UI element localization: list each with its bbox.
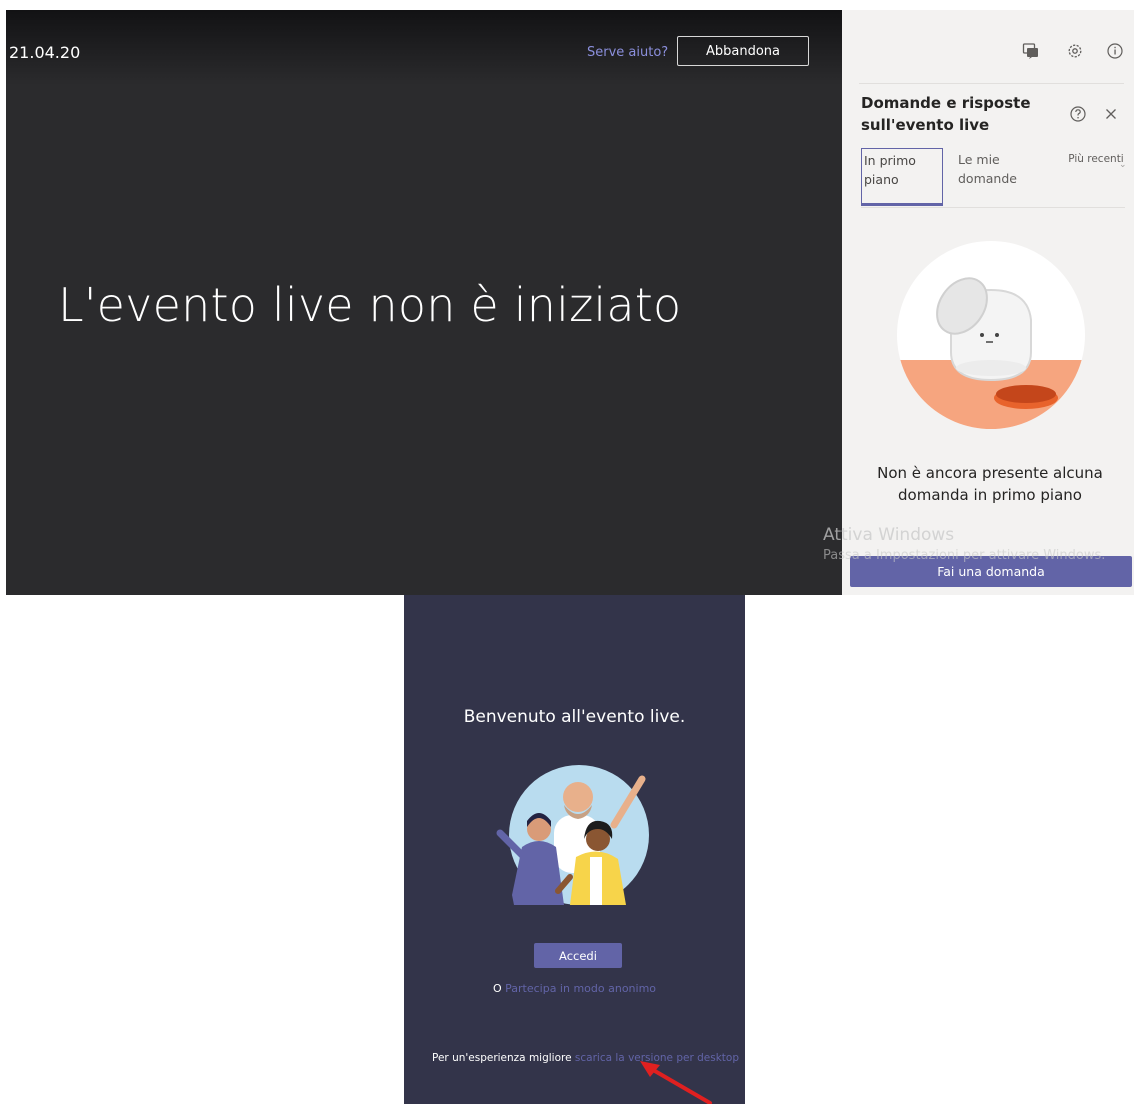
desktop-prefix: Per un'esperienza migliore: [432, 1052, 572, 1064]
anonymous-prefix: O: [492, 982, 502, 995]
leave-button[interactable]: Abbandona: [677, 36, 809, 66]
empty-state-message: Non è ancora presente alcuna domanda in …: [877, 464, 1103, 504]
anonymous-join-line: O Partecipa in modo anonimo: [404, 982, 745, 995]
windows-activation-watermark-title: Attiva Windows: [823, 525, 955, 545]
qa-tabs: In primo piano Le mie domande Più recent…: [861, 148, 1127, 208]
sort-dropdown[interactable]: Più recenti: [1067, 152, 1125, 167]
event-stage: 21.04.20 Serve aiuto? Abbandona L'evento…: [6, 10, 842, 595]
qa-icon[interactable]: [1022, 42, 1040, 60]
live-event-mobile-screenshot: Benvenuto all'evento live. Accedi O Part…: [404, 595, 745, 1104]
tab-featured[interactable]: In primo piano: [861, 148, 943, 206]
info-icon[interactable]: [1106, 42, 1124, 60]
windows-activation-watermark-subtitle: Passa a Impostazioni per attivare Window…: [823, 548, 1106, 563]
tab-my-questions[interactable]: Le mie domande: [958, 150, 1048, 188]
welcome-title: Benvenuto all'evento live.: [463, 707, 686, 727]
qa-panel: Domande e risposte sull'evento live In p…: [842, 10, 1134, 595]
chevron-down-icon[interactable]: ⌄: [1119, 160, 1127, 170]
people-welcome-illustration: [496, 765, 649, 905]
help-icon[interactable]: [1069, 105, 1087, 123]
join-anonymously-link[interactable]: Partecipa in modo anonimo: [505, 982, 656, 995]
event-date: 21.04.20: [9, 43, 81, 62]
help-link[interactable]: Serve aiuto?: [587, 45, 668, 60]
gear-icon[interactable]: [1066, 42, 1084, 60]
close-icon[interactable]: [1102, 105, 1120, 123]
qa-title: Domande e risposte sull'evento live: [861, 94, 1031, 134]
panel-divider: [859, 83, 1124, 84]
live-event-desktop-screenshot: 21.04.20 Serve aiuto? Abbandona L'evento…: [6, 10, 1134, 595]
empty-jar-illustration: [897, 241, 1085, 429]
event-not-started-message: L'evento live non è iniziato: [58, 278, 682, 332]
sign-in-button[interactable]: Accedi: [534, 943, 622, 968]
red-arrow-annotation: [640, 1061, 712, 1104]
